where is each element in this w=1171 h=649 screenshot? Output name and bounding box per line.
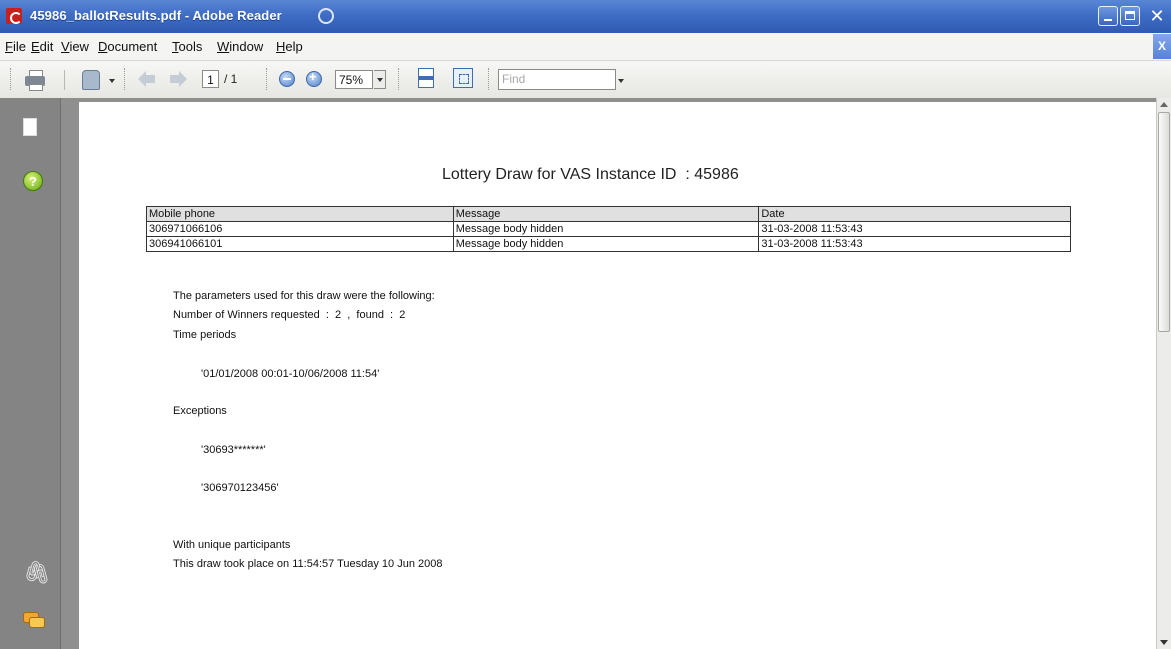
previous-page-icon[interactable] (138, 71, 156, 87)
window-title: 45986_ballotResults.pdf - Adobe Reader (30, 8, 282, 23)
toolbar-grip[interactable] (266, 68, 270, 90)
swirl-icon (318, 8, 334, 24)
adobe-reader-icon (6, 8, 22, 24)
time-period-value: '01/01/2008 00:01-10/06/2008 11:54' (201, 368, 380, 380)
menu-help-mnemonic: H (276, 39, 286, 54)
scroll-thumb[interactable] (1158, 112, 1170, 332)
page-total: / 1 (224, 72, 238, 86)
table-cell: 306971066106 (146, 221, 454, 237)
pages-icon[interactable] (20, 115, 37, 136)
menu-tools-label: ools (178, 39, 203, 54)
maximize-button[interactable] (1120, 6, 1140, 26)
select-tool-icon[interactable] (80, 68, 102, 90)
menu-document[interactable]: Document (98, 39, 157, 54)
menu-file[interactable]: File (5, 39, 26, 54)
title-bar: 45986_ballotResults.pdf - Adobe Reader ✕ (0, 0, 1171, 33)
zoom-out-icon[interactable] (279, 71, 295, 87)
params-intro: The parameters used for this draw were t… (173, 290, 435, 302)
print-icon[interactable] (24, 68, 46, 91)
help-icon[interactable]: ? (23, 171, 43, 191)
menu-help[interactable]: Help (276, 39, 303, 54)
time-periods-label: Time periods (173, 329, 237, 341)
exceptions-label: Exceptions (173, 405, 227, 417)
scroll-up-arrow[interactable] (1160, 102, 1168, 107)
draw-time-line: This draw took place on 11:54:57 Tuesday… (173, 558, 443, 570)
zoom-level-select[interactable]: 75% (335, 70, 373, 89)
toolbar-grip[interactable] (124, 68, 128, 90)
fit-width-icon[interactable] (416, 68, 438, 90)
zoom-in-icon[interactable] (306, 69, 322, 87)
toolbar-grip[interactable] (10, 68, 14, 90)
menu-edit[interactable]: Edit (31, 39, 53, 54)
menu-view-label: iew (69, 39, 89, 54)
menu-window[interactable]: Window (217, 39, 263, 54)
select-tool-dropdown[interactable] (109, 79, 115, 83)
minimize-button[interactable] (1098, 6, 1118, 26)
menu-document-label: ocument (107, 39, 158, 54)
comments-icon[interactable] (23, 612, 45, 630)
toolbar-grip[interactable] (398, 68, 402, 90)
table-cell: 306941066101 (146, 236, 454, 252)
column-header: Mobile phone (146, 206, 454, 222)
exception-item: '306970123456' (201, 482, 279, 494)
table-cell: Message body hidden (452, 221, 760, 237)
find-dropdown[interactable] (618, 79, 624, 83)
menu-file-label: ile (12, 39, 26, 54)
find-input[interactable]: Find (498, 69, 616, 90)
winners-line: Number of Winners requested : 2 , found … (173, 309, 406, 321)
menu-window-label: indow (229, 39, 264, 54)
vertical-scrollbar[interactable] (1156, 98, 1171, 649)
exception-item: '30693*******' (201, 444, 266, 456)
table-cell: 31-03-2008 11:53:43 (758, 236, 1071, 252)
close-document-button[interactable]: X (1153, 34, 1171, 59)
unique-participants-line: With unique participants (173, 539, 291, 551)
zoom-dropdown-button[interactable] (374, 70, 386, 89)
toolbar-grip[interactable] (488, 68, 492, 90)
scroll-down-arrow[interactable] (1160, 640, 1168, 645)
results-table: Mobile phone Message Date 306971066106 M… (146, 206, 1071, 252)
menu-file-mnemonic: F (5, 39, 13, 54)
table-row: 306971066106 Message body hidden 31-03-2… (146, 221, 1071, 237)
menu-document-mnemonic: D (98, 39, 108, 54)
page-number-input[interactable]: 1 (202, 70, 219, 88)
toolbar-separator (64, 70, 65, 90)
close-button[interactable]: ✕ (1145, 6, 1169, 26)
column-header: Message (452, 206, 760, 222)
table-cell: Message body hidden (452, 236, 760, 252)
table-header-row: Mobile phone Message Date (146, 206, 1071, 222)
menu-view[interactable]: View (61, 39, 89, 54)
menu-window-mnemonic: W (217, 39, 230, 54)
fit-page-icon[interactable] (453, 68, 475, 90)
menu-help-label: elp (285, 39, 303, 54)
menu-bar: File Edit View Document Tools Window Hel… (0, 33, 1171, 61)
menu-tools[interactable]: Tools (172, 39, 202, 54)
document-title: Lottery Draw for VAS Instance ID : 45986 (442, 166, 739, 183)
attachments-icon[interactable]: 🖇 (23, 562, 51, 584)
menu-edit-mnemonic: E (31, 39, 40, 54)
table-cell: 31-03-2008 11:53:43 (758, 221, 1071, 237)
column-header: Date (758, 206, 1071, 222)
table-row: 306941066101 Message body hidden 31-03-2… (146, 236, 1071, 252)
toolbar: 1 / 1 75% Find (0, 61, 1171, 99)
menu-edit-label: dit (39, 39, 54, 54)
next-page-icon[interactable] (170, 71, 188, 87)
